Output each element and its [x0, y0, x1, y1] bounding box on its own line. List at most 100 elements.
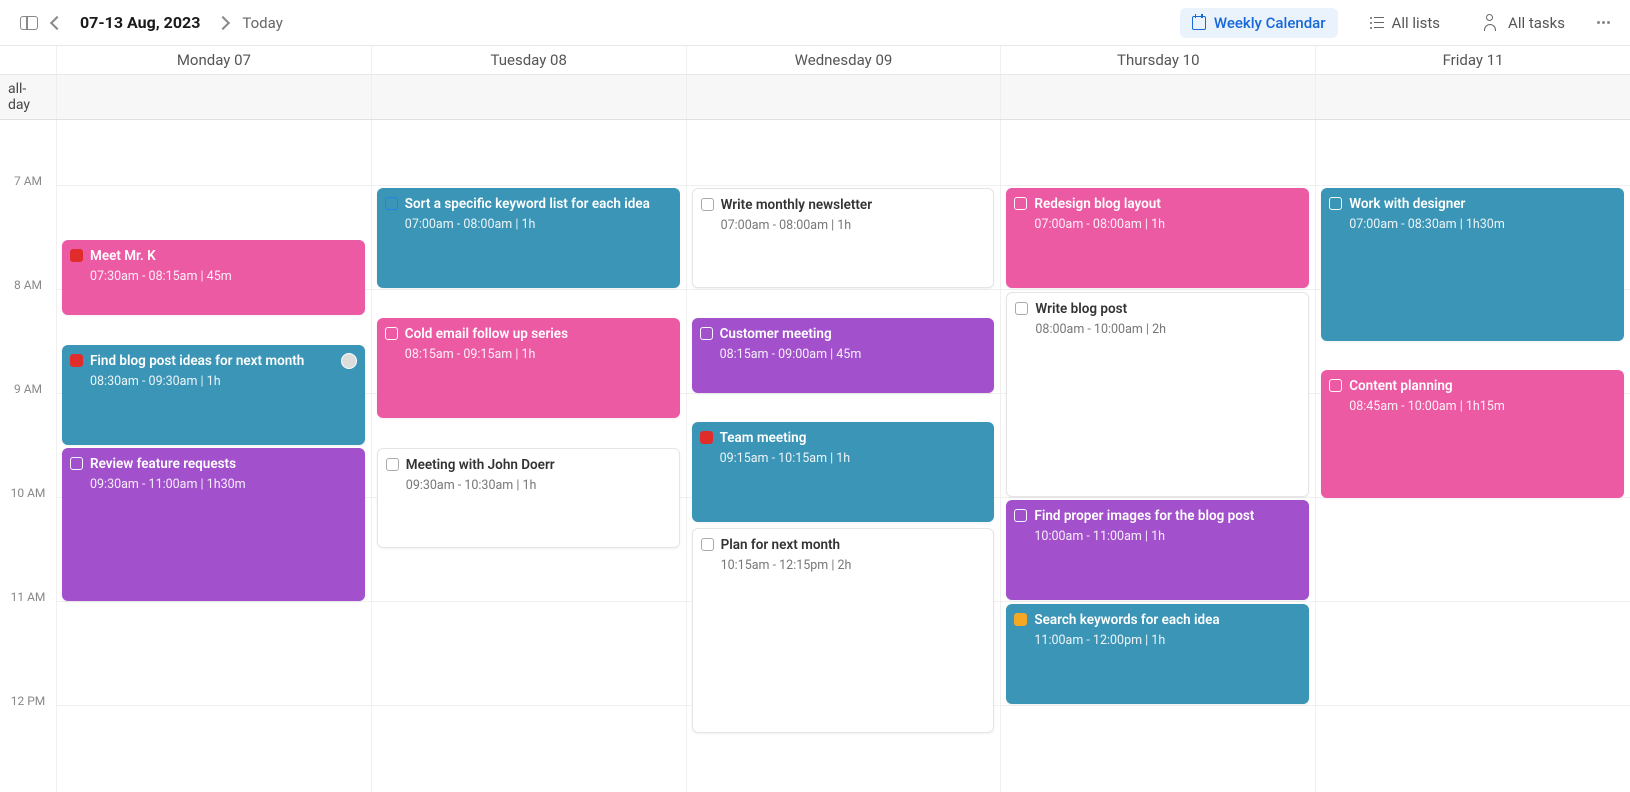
event-card[interactable]: Meeting with John Doerr09:30am - 10:30am…	[377, 448, 680, 548]
event-time: 07:00am - 08:00am | 1h	[1034, 217, 1299, 232]
all-tasks-label: All tasks	[1508, 14, 1565, 32]
event-time: 09:15am - 10:15am | 1h	[720, 451, 985, 466]
hour-label: 9 AM	[0, 382, 56, 396]
event-title: Cold email follow up series	[405, 326, 670, 344]
event-time: 08:15am - 09:00am | 45m	[720, 347, 985, 362]
avatar	[341, 353, 357, 369]
filter-all-lists[interactable]: All lists	[1358, 8, 1453, 38]
day-header-mon: Monday 07	[56, 46, 371, 74]
event-title: Redesign blog layout	[1034, 196, 1299, 214]
event-time: 08:30am - 09:30am | 1h	[90, 374, 355, 389]
day-column-thu[interactable]: Redesign blog layout 07:00am - 08:00am | …	[1000, 120, 1315, 792]
list-icon	[1370, 17, 1384, 29]
event-card[interactable]: Work with designer 07:00am - 08:30am | 1h…	[1321, 188, 1624, 341]
allday-thu[interactable]	[1000, 75, 1315, 119]
event-checkbox[interactable]	[1014, 509, 1027, 522]
event-checkbox[interactable]	[1014, 197, 1027, 210]
event-checkbox[interactable]	[385, 327, 398, 340]
event-checkbox[interactable]	[70, 354, 83, 367]
event-title: Plan for next month	[721, 537, 984, 555]
event-title: Meet Mr. K	[90, 248, 355, 266]
event-card[interactable]: Search keywords for each idea 11:00am - 1…	[1006, 604, 1309, 704]
event-title: Team meeting	[720, 430, 985, 448]
event-checkbox[interactable]	[385, 197, 398, 210]
event-time: 08:15am - 09:15am | 1h	[405, 347, 670, 362]
today-button[interactable]: Today	[242, 14, 282, 32]
event-card[interactable]: Team meeting 09:15am - 10:15am | 1h	[692, 422, 995, 522]
allday-fri[interactable]	[1315, 75, 1630, 119]
filter-all-tasks[interactable]: All tasks	[1472, 8, 1577, 38]
date-range: 07-13 Aug, 2023	[80, 13, 200, 32]
event-title: Find blog post ideas for next month	[90, 353, 355, 371]
event-title: Meeting with John Doerr	[406, 457, 669, 475]
day-column-mon[interactable]: Meet Mr. K 07:30am - 08:15am | 45m Find bl…	[56, 120, 371, 792]
event-card[interactable]: Customer meeting 08:15am - 09:00am | 45m	[692, 318, 995, 393]
calendar-grid: 7 AM 8 AM 9 AM 10 AM 11 AM 12 PM Meet Mr…	[0, 120, 1630, 792]
calendar-icon	[1192, 16, 1206, 30]
event-checkbox[interactable]	[70, 249, 83, 262]
next-week-button[interactable]	[218, 18, 228, 28]
event-time: 11:00am - 12:00pm | 1h	[1034, 633, 1299, 648]
event-time: 08:00am - 10:00am | 2h	[1035, 322, 1298, 337]
event-card[interactable]: Content planning08:45am - 10:00am | 1h15…	[1321, 370, 1624, 498]
event-time: 07:00am - 08:30am | 1h30m	[1349, 217, 1614, 232]
allday-row: all-day	[0, 75, 1630, 120]
day-header-thu: Thursday 10	[1000, 46, 1315, 74]
day-column-wed[interactable]: Write monthly newsletter07:00am - 08:00a…	[686, 120, 1001, 792]
event-time: 09:30am - 11:00am | 1h30m	[90, 477, 355, 492]
hour-label: 7 AM	[0, 174, 56, 188]
sidebar-toggle-icon[interactable]	[20, 16, 38, 30]
event-title: Customer meeting	[720, 326, 985, 344]
event-card[interactable]: Find blog post ideas for next month 08:30…	[62, 345, 365, 445]
event-time: 10:00am - 11:00am | 1h	[1034, 529, 1299, 544]
event-card[interactable]: Write monthly newsletter07:00am - 08:00a…	[692, 188, 995, 288]
event-card[interactable]: Cold email follow up series 08:15am - 09:…	[377, 318, 680, 418]
prev-week-button[interactable]	[52, 18, 62, 28]
day-column-fri[interactable]: Work with designer 07:00am - 08:30am | 1h…	[1315, 120, 1630, 792]
toolbar-right: Weekly Calendar All lists All tasks	[1180, 8, 1610, 38]
events-layer: Meet Mr. K 07:30am - 08:15am | 45m Find bl…	[56, 120, 1630, 792]
event-checkbox[interactable]	[1014, 613, 1027, 626]
event-card[interactable]: Redesign blog layout 07:00am - 08:00am | …	[1006, 188, 1309, 288]
day-header-wed: Wednesday 09	[686, 46, 1001, 74]
event-checkbox[interactable]	[701, 198, 714, 211]
event-checkbox[interactable]	[1015, 302, 1028, 315]
event-checkbox[interactable]	[1329, 379, 1342, 392]
event-time: 07:30am - 08:15am | 45m	[90, 269, 355, 284]
view-weekly-calendar[interactable]: Weekly Calendar	[1180, 8, 1338, 38]
hour-label: 12 PM	[0, 694, 56, 708]
event-card[interactable]: Meet Mr. K 07:30am - 08:15am | 45m	[62, 240, 365, 315]
day-header-fri: Friday 11	[1315, 46, 1630, 74]
hour-label: 10 AM	[0, 486, 56, 500]
event-time: 08:45am - 10:00am | 1h15m	[1349, 399, 1614, 414]
event-card[interactable]: Review feature requests09:30am - 11:00am…	[62, 448, 365, 601]
event-checkbox[interactable]	[700, 431, 713, 444]
event-title: Write blog post	[1035, 301, 1298, 319]
all-lists-label: All lists	[1392, 14, 1441, 32]
more-menu-button[interactable]	[1597, 21, 1610, 24]
event-checkbox[interactable]	[1329, 197, 1342, 210]
event-card[interactable]: Write blog post 08:00am - 10:00am | 2h	[1006, 292, 1309, 497]
event-checkbox[interactable]	[386, 458, 399, 471]
event-card[interactable]: Sort a specific keyword list for each id…	[377, 188, 680, 288]
allday-mon[interactable]	[56, 75, 371, 119]
event-card[interactable]: Plan for next month 10:15am - 12:15pm | 2…	[692, 528, 995, 733]
event-time: 07:00am - 08:00am | 1h	[405, 217, 670, 232]
hour-label: 11 AM	[0, 590, 56, 604]
event-checkbox[interactable]	[701, 538, 714, 551]
event-time: 10:15am - 12:15pm | 2h	[721, 558, 984, 573]
allday-tue[interactable]	[371, 75, 686, 119]
event-checkbox[interactable]	[70, 457, 83, 470]
weekly-calendar-label: Weekly Calendar	[1214, 14, 1326, 32]
day-column-tue[interactable]: Sort a specific keyword list for each id…	[371, 120, 686, 792]
event-card[interactable]: Find proper images for the blog post10:0…	[1006, 500, 1309, 600]
toolbar: 07-13 Aug, 2023 Today Weekly Calendar Al…	[0, 0, 1630, 46]
event-title: Work with designer	[1349, 196, 1614, 214]
time-gutter-header	[0, 46, 56, 74]
toolbar-left: 07-13 Aug, 2023 Today	[20, 13, 283, 32]
day-header-row: Monday 07 Tuesday 08 Wednesday 09 Thursd…	[0, 46, 1630, 75]
event-title: Search keywords for each idea	[1034, 612, 1299, 630]
event-checkbox[interactable]	[700, 327, 713, 340]
allday-wed[interactable]	[686, 75, 1001, 119]
allday-label: all-day	[0, 75, 56, 119]
